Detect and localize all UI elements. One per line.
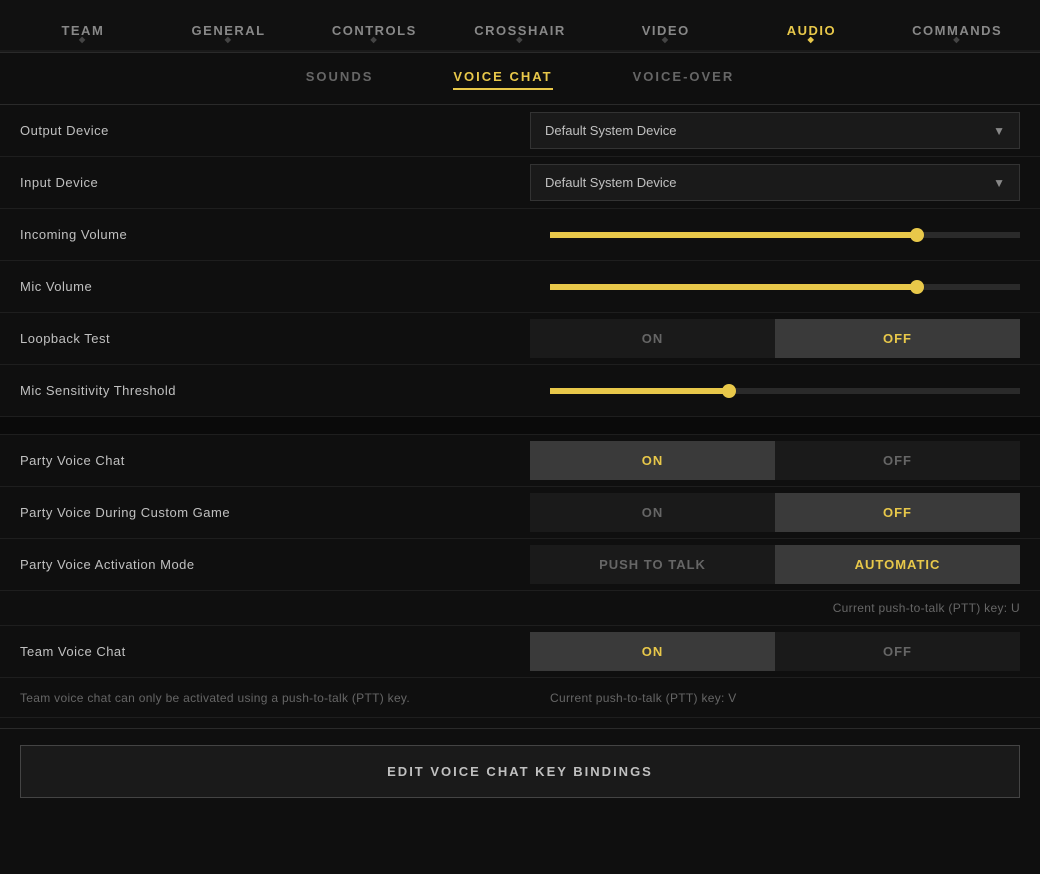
loopback-test-toggle: On Off [530, 319, 1020, 358]
output-device-control: Default System Device ▼ [530, 112, 1020, 149]
mic-sensitivity-fill [550, 388, 729, 394]
incoming-volume-row: Incoming Volume [0, 209, 1040, 261]
subnav-sounds[interactable]: SOUNDS [306, 69, 374, 90]
input-device-value: Default System Device [545, 175, 677, 190]
nav-item-general[interactable]: GENERAL [156, 5, 302, 48]
party-custom-off-button[interactable]: Off [775, 493, 1020, 532]
team-voice-chat-row: Team Voice Chat On Off [0, 626, 1040, 678]
nav-item-video[interactable]: VIDEO [593, 5, 739, 48]
output-device-label: Output Device [20, 123, 530, 138]
party-voice-mode-control: Push to Talk Automatic [530, 545, 1020, 584]
subnav-voice-chat[interactable]: VOICE CHAT [453, 69, 552, 90]
party-voice-mode-row: Party Voice Activation Mode Push to Talk… [0, 539, 1040, 591]
mic-volume-thumb[interactable] [910, 280, 924, 294]
mic-sensitivity-slider[interactable] [550, 388, 1020, 394]
party-voice-chat-control: On Off [530, 441, 1020, 480]
incoming-volume-control [550, 232, 1020, 238]
sub-navigation: SOUNDS VOICE CHAT VOICE-OVER [0, 53, 1040, 105]
output-device-dropdown[interactable]: Default System Device ▼ [530, 112, 1020, 149]
output-device-row: Output Device Default System Device ▼ [0, 105, 1040, 157]
party-voice-mode-toggle: Push to Talk Automatic [530, 545, 1020, 584]
chevron-down-icon: ▼ [993, 124, 1005, 138]
party-voice-chat-label: Party Voice Chat [20, 453, 530, 468]
incoming-volume-fill [550, 232, 917, 238]
loopback-test-label: Loopback Test [20, 331, 530, 346]
input-device-control: Default System Device ▼ [530, 164, 1020, 201]
team-voice-chat-toggle: On Off [530, 632, 1020, 671]
automatic-button[interactable]: Automatic [775, 545, 1020, 584]
edit-keybindings-section: EDIT VOICE CHAT KEY BINDINGS [0, 728, 1040, 814]
team-voice-info-row: Team voice chat can only be activated us… [0, 678, 1040, 718]
mic-sensitivity-thumb[interactable] [722, 384, 736, 398]
party-voice-chat-toggle: On Off [530, 441, 1020, 480]
team-voice-off-button[interactable]: Off [775, 632, 1020, 671]
party-voice-on-button[interactable]: On [530, 441, 775, 480]
loopback-off-button[interactable]: Off [775, 319, 1020, 358]
team-voice-info-label: Team voice chat can only be activated us… [20, 691, 550, 705]
party-voice-off-button[interactable]: Off [775, 441, 1020, 480]
input-device-dropdown[interactable]: Default System Device ▼ [530, 164, 1020, 201]
party-voice-custom-label: Party Voice During Custom Game [20, 505, 530, 520]
loopback-test-control: On Off [530, 319, 1020, 358]
input-device-row: Input Device Default System Device ▼ [0, 157, 1040, 209]
party-voice-custom-control: On Off [530, 493, 1020, 532]
party-ptt-info-row: Current push-to-talk (PTT) key: U [0, 591, 1040, 626]
mic-volume-fill [550, 284, 917, 290]
party-ptt-info-text: Current push-to-talk (PTT) key: U [833, 601, 1020, 615]
mic-sensitivity-control [550, 388, 1020, 394]
output-device-value: Default System Device [545, 123, 677, 138]
mic-sensitivity-row: Mic Sensitivity Threshold [0, 365, 1040, 417]
party-voice-custom-row: Party Voice During Custom Game On Off [0, 487, 1040, 539]
nav-item-commands[interactable]: COMMANDS [884, 5, 1030, 48]
mic-volume-row: Mic Volume [0, 261, 1040, 313]
nav-item-controls[interactable]: CONTROLS [301, 5, 447, 48]
incoming-volume-label: Incoming Volume [20, 227, 550, 242]
chevron-down-icon: ▼ [993, 176, 1005, 190]
push-to-talk-button[interactable]: Push to Talk [530, 545, 775, 584]
party-voice-custom-toggle: On Off [530, 493, 1020, 532]
nav-item-audio[interactable]: AUDIO [739, 5, 885, 48]
team-voice-chat-control: On Off [530, 632, 1020, 671]
party-voice-mode-label: Party Voice Activation Mode [20, 557, 530, 572]
mic-volume-slider[interactable] [550, 284, 1020, 290]
edit-keybindings-button[interactable]: EDIT VOICE CHAT KEY BINDINGS [20, 745, 1020, 798]
settings-panel: Output Device Default System Device ▼ In… [0, 105, 1040, 718]
incoming-volume-thumb[interactable] [910, 228, 924, 242]
loopback-on-button[interactable]: On [530, 319, 775, 358]
party-custom-on-button[interactable]: On [530, 493, 775, 532]
incoming-volume-slider[interactable] [550, 232, 1020, 238]
nav-item-team[interactable]: TEAM [10, 5, 156, 48]
team-ptt-info-text: Current push-to-talk (PTT) key: V [550, 691, 737, 705]
team-voice-on-button[interactable]: On [530, 632, 775, 671]
nav-item-crosshair[interactable]: CROSSHAIR [447, 5, 593, 48]
section-divider [0, 417, 1040, 435]
team-voice-chat-label: Team Voice Chat [20, 644, 530, 659]
subnav-voice-over[interactable]: VOICE-OVER [633, 69, 735, 90]
loopback-test-row: Loopback Test On Off [0, 313, 1040, 365]
input-device-label: Input Device [20, 175, 530, 190]
mic-volume-control [550, 284, 1020, 290]
mic-sensitivity-label: Mic Sensitivity Threshold [20, 383, 550, 398]
party-voice-chat-row: Party Voice Chat On Off [0, 435, 1040, 487]
mic-volume-label: Mic Volume [20, 279, 550, 294]
top-navigation: TEAM GENERAL CONTROLS CROSSHAIR VIDEO AU… [0, 0, 1040, 53]
